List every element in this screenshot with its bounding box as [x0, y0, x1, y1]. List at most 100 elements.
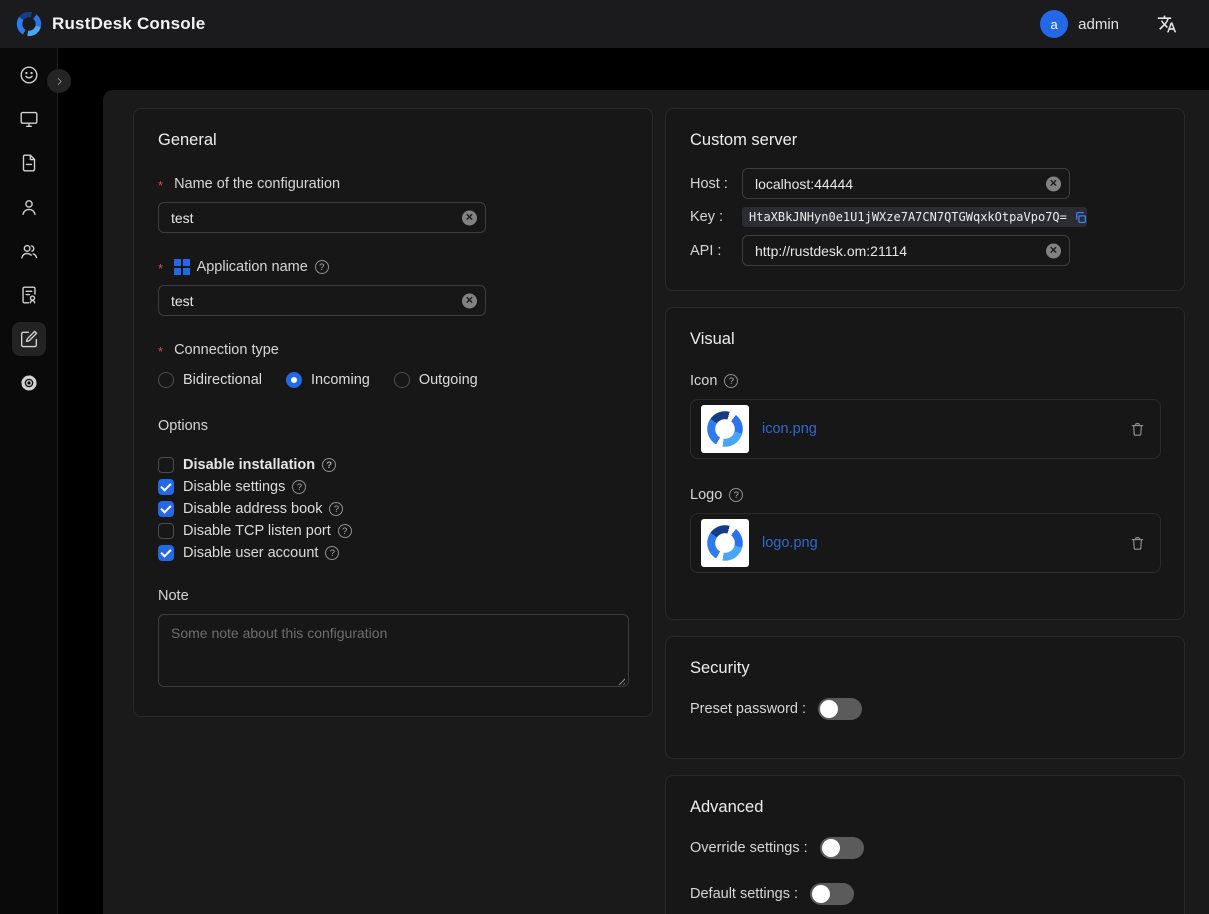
security-card: Security Preset password : [665, 636, 1185, 759]
custom-server-card: Custom server Host : Key : HtaXBkJNHyn0e… [665, 108, 1185, 291]
key-row: Key : HtaXBkJNHyn0e1U1jWXze7A7CN7QTGWqxk… [690, 207, 1160, 227]
default-settings-row: Default settings : [690, 883, 1160, 905]
checkbox-box-checked [158, 545, 174, 561]
default-settings-toggle[interactable] [810, 883, 854, 905]
sidebar-item-logs[interactable] [7, 141, 51, 185]
sidebar-expand-button[interactable] [47, 69, 71, 93]
rustdesk-logo-icon [706, 524, 744, 562]
document-icon [12, 146, 46, 180]
checkbox-box-checked [158, 501, 174, 517]
icon-file-link[interactable]: icon.png [762, 421, 817, 437]
preset-password-toggle[interactable] [818, 698, 862, 720]
note-label: Note [158, 588, 628, 604]
checkbox-disable-tcp-listen-port[interactable]: Disable TCP listen port [158, 520, 628, 542]
delete-icon-trash-icon[interactable] [1129, 421, 1146, 438]
clear-name-icon[interactable] [462, 210, 477, 225]
checkbox-disable-address-book[interactable]: Disable address book [158, 498, 628, 520]
logo-file-row: logo.png [690, 513, 1161, 573]
disable-address-book-help-icon[interactable] [329, 502, 343, 516]
devices-monitor-icon [12, 102, 46, 136]
note-textarea[interactable] [158, 614, 629, 687]
disable-installation-help-icon[interactable] [322, 458, 336, 472]
rustdesk-logo-icon [16, 11, 42, 37]
icon-label: Icon [690, 373, 1160, 389]
api-input[interactable] [742, 235, 1070, 266]
host-input[interactable] [742, 168, 1070, 199]
override-settings-toggle[interactable] [820, 837, 864, 859]
advanced-card: Advanced Override settings : Default set… [665, 775, 1185, 914]
radio-incoming[interactable]: Incoming [286, 372, 370, 388]
radio-circle [394, 372, 410, 388]
config-name-label: Name of the configuration [158, 176, 628, 192]
checkbox-disable-settings[interactable]: Disable settings [158, 476, 628, 498]
sidebar-item-groups[interactable] [7, 229, 51, 273]
logo-thumbnail [701, 519, 749, 567]
key-value: HtaXBkJNHyn0e1U1jWXze7A7CN7QTGWqxkOtpaVp… [749, 210, 1067, 224]
default-settings-label: Default settings : [690, 886, 798, 902]
sidebar-item-dashboard[interactable] [7, 53, 51, 97]
sidebar-item-devices[interactable] [7, 97, 51, 141]
checkbox-disable-installation[interactable]: Disable installation [158, 454, 628, 476]
logo-file-link[interactable]: logo.png [762, 535, 818, 551]
sidebar-item-users[interactable] [7, 185, 51, 229]
api-row: API : [690, 235, 1160, 266]
key-label: Key : [690, 209, 742, 225]
users-group-icon [12, 234, 46, 268]
user-menu[interactable]: a admin [1040, 10, 1119, 38]
app-name-input[interactable] [158, 285, 486, 316]
checkbox-box [158, 523, 174, 539]
config-name-input[interactable] [158, 202, 486, 233]
user-name: admin [1078, 16, 1119, 33]
disable-tcp-help-icon[interactable] [338, 524, 352, 538]
windows-logo-icon [174, 259, 190, 275]
clear-app-name-icon[interactable] [462, 293, 477, 308]
disable-settings-help-icon[interactable] [292, 480, 306, 494]
copy-key-icon[interactable] [1074, 211, 1087, 224]
smiley-icon [12, 58, 46, 92]
general-card: General Name of the configuration Applic… [133, 108, 653, 717]
audit-log-icon [12, 278, 46, 312]
clear-api-icon[interactable] [1046, 243, 1061, 258]
brand: RustDesk Console [16, 11, 205, 37]
sidebar-item-strategies[interactable] [7, 317, 51, 361]
app-header: RustDesk Console a admin [0, 0, 1209, 48]
clear-host-icon[interactable] [1046, 176, 1061, 191]
app-title: RustDesk Console [52, 14, 205, 34]
security-title: Security [690, 659, 1160, 678]
icon-file-row: icon.png [690, 399, 1161, 459]
connection-type-radios: Bidirectional Incoming Outgoing [158, 372, 628, 388]
preset-password-row: Preset password : [690, 698, 1160, 720]
api-label: API : [690, 243, 742, 259]
checkbox-disable-user-account[interactable]: Disable user account [158, 542, 628, 564]
key-value-box: HtaXBkJNHyn0e1U1jWXze7A7CN7QTGWqxkOtpaVp… [742, 207, 1087, 227]
rustdesk-logo-icon [706, 410, 744, 448]
radio-outgoing[interactable]: Outgoing [394, 372, 478, 388]
sidebar-item-audit[interactable] [7, 273, 51, 317]
delete-logo-trash-icon[interactable] [1129, 535, 1146, 552]
host-row: Host : [690, 168, 1160, 199]
app-name-help-icon[interactable] [315, 260, 329, 274]
options-label: Options [158, 418, 628, 434]
host-label: Host : [690, 176, 742, 192]
override-settings-row: Override settings : [690, 837, 1160, 859]
settings-gear-icon [12, 366, 46, 400]
custom-server-title: Custom server [690, 131, 1160, 150]
advanced-title: Advanced [690, 798, 1160, 817]
avatar: a [1040, 10, 1068, 38]
checkbox-box [158, 457, 174, 473]
options-list: Disable installation Disable settings Di… [158, 454, 628, 564]
icon-thumbnail [701, 405, 749, 453]
icon-help-icon[interactable] [724, 374, 738, 388]
logo-help-icon[interactable] [729, 488, 743, 502]
language-translate-icon[interactable] [1157, 14, 1177, 34]
main-content: General Name of the configuration Applic… [103, 90, 1209, 914]
override-settings-label: Override settings : [690, 840, 808, 856]
preset-password-label: Preset password : [690, 701, 806, 717]
user-icon [12, 190, 46, 224]
visual-title: Visual [690, 330, 1160, 349]
disable-user-account-help-icon[interactable] [325, 546, 339, 560]
sidebar-item-settings[interactable] [7, 361, 51, 405]
general-title: General [158, 131, 628, 150]
app-name-label: Application name [158, 259, 628, 275]
radio-bidirectional[interactable]: Bidirectional [158, 372, 262, 388]
